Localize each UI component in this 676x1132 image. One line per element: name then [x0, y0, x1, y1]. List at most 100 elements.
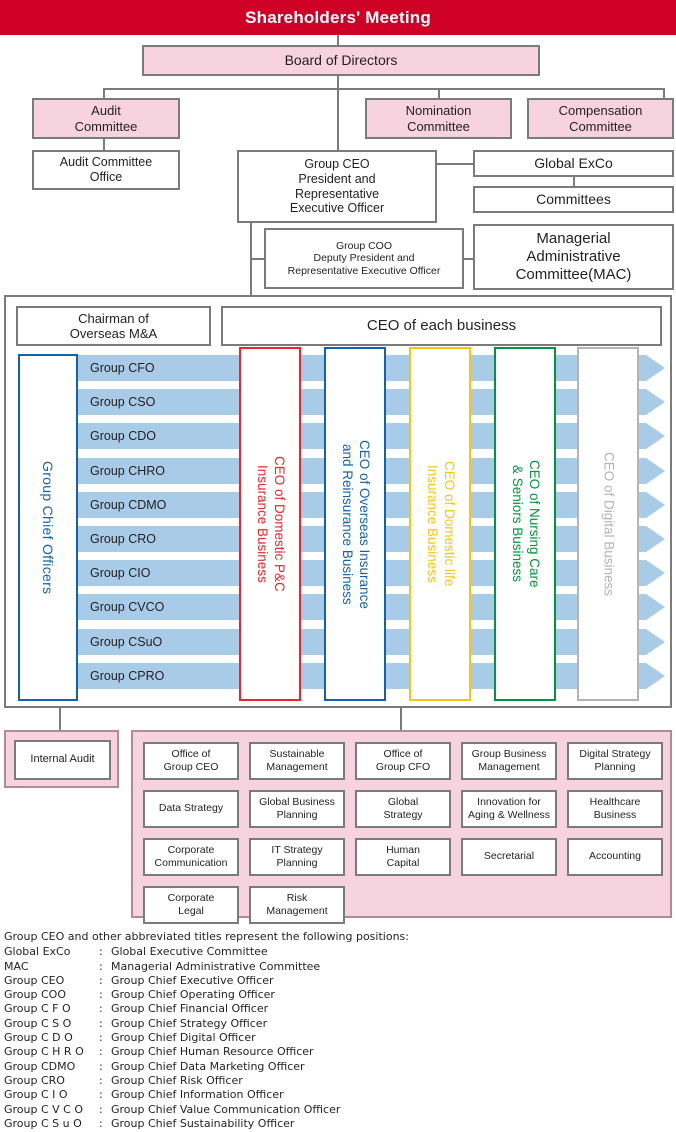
legend-abbreviation: Group C S u O	[4, 1116, 82, 1130]
business-ceo-column[interactable]: CEO of Nursing Care & Seniors Business	[494, 347, 556, 701]
department-box[interactable]: Global Business Planning	[249, 790, 345, 828]
business-ceo-column[interactable]: CEO of Digital Business	[577, 347, 639, 701]
stripe-arrow-icon	[646, 457, 665, 484]
legend-full-title: Group Chief Digital Officer	[111, 1031, 256, 1045]
legend-full-title: Managerial Administrative Committee	[111, 959, 321, 973]
officer-stripe-label[interactable]: Group CSuO	[78, 629, 162, 655]
department-box[interactable]: Digital Strategy Planning	[567, 742, 663, 780]
officer-stripe-label[interactable]: Group CDMO	[78, 492, 166, 518]
group-ceo-box[interactable]: Group CEO President and Representative E…	[237, 150, 437, 223]
compensation-committee-box[interactable]: Compensation Committee	[527, 98, 674, 139]
department-box[interactable]: Global Strategy	[355, 790, 451, 828]
nomination-committee-box[interactable]: Nomination Committee	[365, 98, 512, 139]
business-ceo-column[interactable]: CEO of Domestic P&C Insurance Business	[239, 347, 301, 701]
internal-audit-box[interactable]: Internal Audit	[14, 740, 111, 780]
shareholders-meeting-title: Shareholders' Meeting	[245, 7, 431, 27]
connector-spine-to-coo	[250, 258, 264, 260]
business-ceo-column[interactable]: CEO of Domestic life Insurance Business	[409, 347, 471, 701]
legend-row: Group C S u O: Group Chief Sustainability…	[4, 1117, 674, 1131]
stripe-arrow-icon	[646, 526, 665, 552]
chairman-overseas-ma-box[interactable]: Chairman of Overseas M&A	[16, 306, 211, 346]
ceo-of-each-business-header: CEO of each business	[221, 306, 662, 346]
legend-row: Global ExCo: Global Executive Committee	[4, 945, 674, 959]
department-box[interactable]: Office of Group CEO	[143, 742, 239, 780]
nomination-committee-label: Nomination Committee	[405, 103, 472, 134]
officer-stripe-label[interactable]: Group CSO	[78, 389, 155, 415]
department-box[interactable]: Risk Management	[249, 886, 345, 924]
legend-abbreviation: Group CDMO	[4, 1059, 76, 1073]
global-exco-label: Global ExCo	[534, 155, 613, 172]
mac-label: Managerial Administrative Committee(MAC)	[515, 230, 632, 283]
group-chief-officers-label: Group Chief Officers	[40, 460, 56, 595]
stripe-arrow-icon	[646, 389, 665, 416]
officer-stripe-label[interactable]: Group CVCO	[78, 594, 164, 620]
legend-full-title: Group Chief Value Communication Officer	[111, 1102, 341, 1116]
stripe-arrow-icon	[646, 355, 665, 381]
global-exco-box[interactable]: Global ExCo	[473, 150, 674, 177]
legend-full-title: Group Chief Risk Officer	[111, 1073, 243, 1087]
legend-row: Group CDMO: Group Chief Data Marketing Of…	[4, 1060, 674, 1074]
internal-audit-panel: Internal Audit	[4, 730, 119, 788]
legend-abbreviation: Group C I O	[4, 1088, 68, 1102]
stripe-arrow-icon	[646, 423, 665, 450]
committees-box[interactable]: Committees	[473, 186, 674, 213]
business-ceo-label: CEO of Domestic P&C Insurance Business	[255, 456, 287, 592]
department-box[interactable]: Secretarial	[461, 838, 557, 876]
stripe-arrow-icon	[646, 560, 665, 587]
connector-coo-to-mac	[464, 258, 473, 260]
department-box[interactable]: Data Strategy	[143, 790, 239, 828]
legend-colon: :	[99, 959, 103, 973]
legend-full-title: Group Chief Data Marketing Officer	[111, 1059, 305, 1073]
group-ceo-label: Group CEO President and Representative E…	[289, 157, 385, 216]
department-box[interactable]: Human Capital	[355, 838, 451, 876]
legend-abbreviation: Group CRO	[4, 1073, 65, 1087]
mac-box[interactable]: Managerial Administrative Committee(MAC)	[473, 224, 674, 290]
group-coo-box[interactable]: Group COO Deputy President and Represent…	[264, 228, 464, 289]
department-box[interactable]: Innovation for Aging & Wellness	[461, 790, 557, 828]
connector-matrix-to-departments	[400, 708, 402, 730]
business-ceo-column[interactable]: CEO of Overseas Insurance and Reinsuranc…	[324, 347, 386, 701]
department-box[interactable]: IT Strategy Planning	[249, 838, 345, 876]
audit-committee-box[interactable]: Audit Committee	[32, 98, 180, 139]
officer-stripe-label[interactable]: Group CHRO	[78, 458, 165, 484]
connector-to-nomination-committee	[438, 88, 440, 98]
officer-stripe-label[interactable]: Group CFO	[78, 355, 155, 381]
officer-stripe-label[interactable]: Group CIO	[78, 560, 150, 586]
stripe-arrow-icon	[646, 491, 665, 518]
internal-audit-label: Internal Audit	[30, 753, 95, 766]
department-box[interactable]: Corporate Legal	[143, 886, 239, 924]
business-ceo-label: CEO of Nursing Care & Seniors Business	[510, 460, 542, 588]
officer-stripe-label[interactable]: Group CDO	[78, 423, 156, 449]
legend-rows: Global ExCo: Global Executive Committee MA…	[4, 945, 674, 1132]
board-of-directors-box[interactable]: Board of Directors	[142, 45, 540, 76]
stripe-arrow-icon	[646, 662, 665, 689]
department-box[interactable]: Healthcare Business	[567, 790, 663, 828]
legend-colon: :	[99, 1031, 103, 1045]
stripe-arrow-icon	[646, 594, 665, 621]
legend-row: Group C V C O: Group Chief Value Communic…	[4, 1103, 674, 1117]
legend-colon: :	[99, 988, 103, 1002]
audit-committee-office-box[interactable]: Audit Committee Office	[32, 150, 180, 190]
department-box[interactable]: Accounting	[567, 838, 663, 876]
business-ceo-label: CEO of Domestic life Insurance Business	[425, 461, 457, 587]
officer-stripe-label[interactable]: Group CRO	[78, 526, 156, 552]
department-box[interactable]: Group Business Management	[461, 742, 557, 780]
legend-row: Group CEO: Group Chief Executive Officer	[4, 974, 674, 988]
legend-abbreviation: Group C V C O	[4, 1102, 84, 1116]
legend-full-title: Group Chief Operating Officer	[111, 988, 275, 1002]
legend-abbreviation: Group C F O	[4, 1002, 71, 1016]
shareholders-meeting-banner: Shareholders' Meeting	[0, 0, 676, 35]
department-box[interactable]: Corporate Communication	[143, 838, 239, 876]
officer-stripe-label[interactable]: Group CPRO	[78, 663, 164, 689]
legend-colon: :	[99, 1045, 103, 1059]
legend-abbreviation: MAC	[4, 959, 29, 973]
department-box[interactable]: Sustainable Management	[249, 742, 345, 780]
connector-board-horizontal	[103, 88, 665, 90]
legend-colon: :	[99, 1116, 103, 1130]
legend-colon: :	[99, 1059, 103, 1073]
connector-matrix-to-internal-audit	[59, 708, 61, 730]
group-chief-officers-box[interactable]: Group Chief Officers	[18, 354, 78, 701]
legend-full-title: Group Chief Executive Officer	[111, 973, 274, 987]
department-box[interactable]: Office of Group CFO	[355, 742, 451, 780]
legend-colon: :	[99, 945, 103, 959]
